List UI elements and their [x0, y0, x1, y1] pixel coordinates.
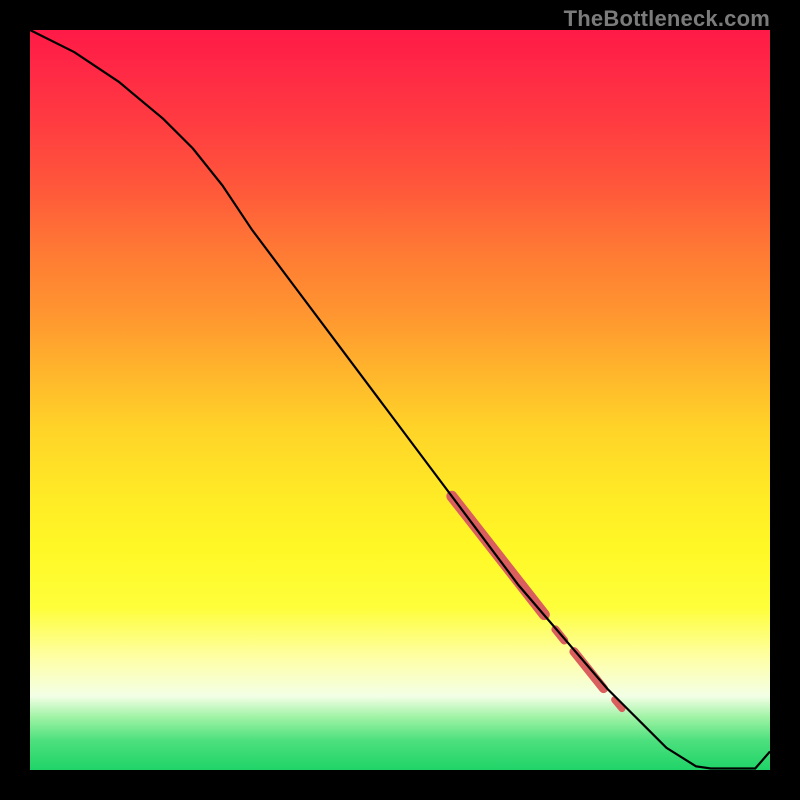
- chart-frame: TheBottleneck.com: [0, 0, 800, 800]
- plot-gradient-background: [30, 30, 770, 770]
- watermark-text: TheBottleneck.com: [564, 6, 770, 32]
